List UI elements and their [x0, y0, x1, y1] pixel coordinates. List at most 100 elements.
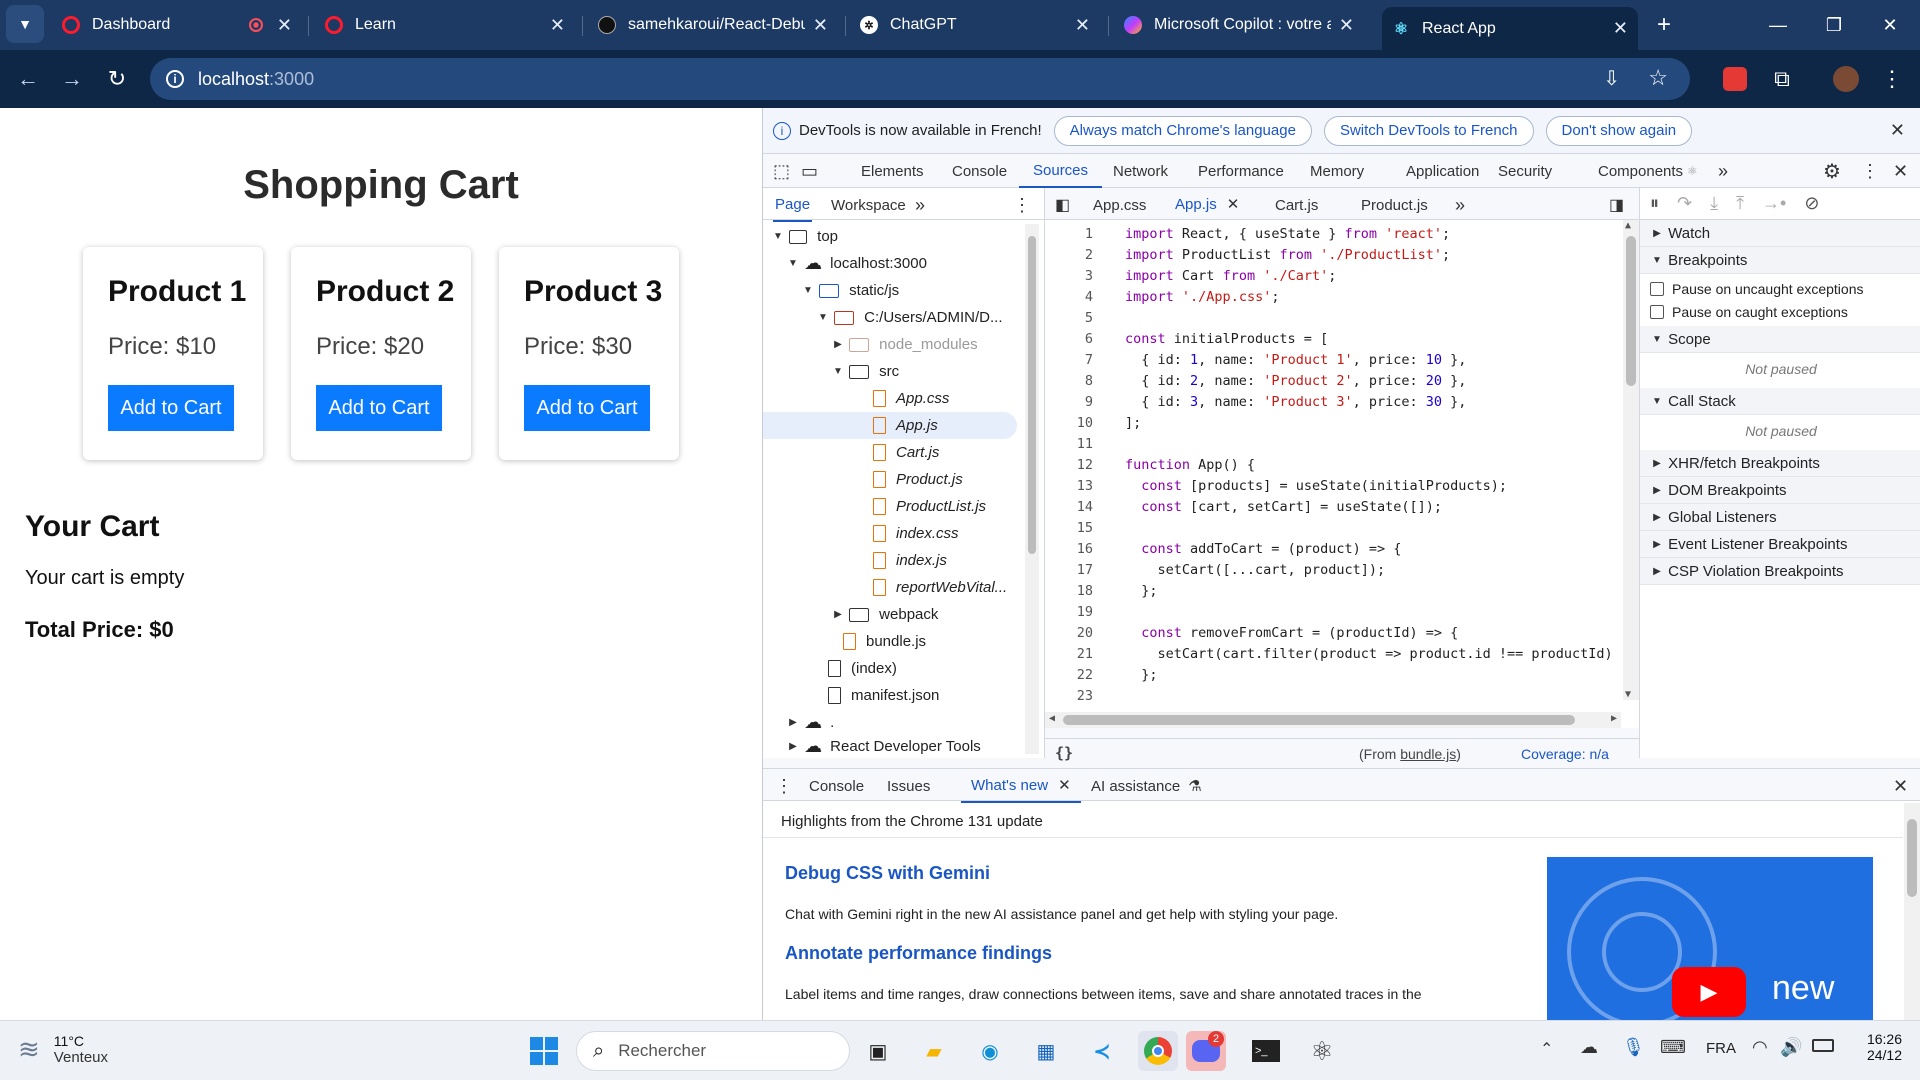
tree-item[interactable]: index.js [873, 547, 947, 574]
call-stack-section[interactable]: ▼ Call Stack [1640, 388, 1920, 415]
tree-item[interactable]: Cart.js [873, 439, 939, 466]
close-icon[interactable]: ✕ [1058, 776, 1071, 794]
tree-item[interactable]: ▼ top [771, 223, 838, 250]
microphone-icon[interactable]: 🎙 [1622, 1037, 1645, 1058]
minimize-button[interactable]: — [1750, 0, 1806, 50]
tree-item[interactable]: ▼ src [831, 358, 899, 385]
tab-elements[interactable]: Elements [861, 154, 924, 188]
close-icon[interactable]: ✕ [813, 15, 828, 36]
chevron-up-icon[interactable]: ⌃ [1540, 1039, 1553, 1059]
tab-search-button[interactable]: ▼ [6, 5, 44, 43]
tree-item[interactable]: Product.js [873, 466, 963, 493]
line-number[interactable]: 21 [1045, 646, 1093, 662]
tree-item[interactable]: ▶ node_modules [831, 331, 977, 358]
add-to-cart-button[interactable]: Add to Cart [316, 385, 442, 431]
more-vertical-icon[interactable]: ⋮ [1013, 188, 1031, 222]
event-listener-breakpoints-section[interactable]: ▶ Event Listener Breakpoints [1640, 531, 1920, 558]
more-tabs-icon[interactable]: » [1455, 188, 1465, 222]
step-into-icon[interactable]: ⤓ [1710, 193, 1718, 214]
discord-button[interactable]: 2 [1186, 1031, 1226, 1071]
tree-item[interactable]: ▼ ☁ localhost:3000 [786, 250, 927, 277]
toggle-navigator-icon[interactable]: ◧ [1055, 188, 1070, 222]
global-listeners-section[interactable]: ▶ Global Listeners [1640, 504, 1920, 531]
line-number[interactable]: 16 [1045, 541, 1093, 557]
tree-item[interactable]: reportWebVital... [873, 574, 1007, 601]
tab-workspace[interactable]: Workspace [831, 188, 906, 222]
line-number[interactable]: 18 [1045, 583, 1093, 599]
scrollbar[interactable] [1025, 224, 1039, 754]
close-icon[interactable]: ✕ [1613, 18, 1628, 39]
back-button[interactable]: ← [8, 59, 48, 99]
tree-item[interactable]: index.css [873, 520, 959, 547]
install-app-icon[interactable]: ⇩ [1603, 66, 1620, 91]
tab-network[interactable]: Network [1113, 154, 1168, 188]
start-button[interactable] [524, 1031, 564, 1071]
tab-application[interactable]: Application [1406, 154, 1479, 188]
tab-components[interactable]: Components [1598, 154, 1683, 188]
forward-button[interactable]: → [52, 59, 92, 99]
react-devtools-button[interactable]: ⚛ [1302, 1031, 1342, 1071]
csp-breakpoints-section[interactable]: ▶ CSP Violation Breakpoints [1640, 558, 1920, 585]
checkbox[interactable] [1650, 304, 1664, 319]
line-number[interactable]: 22 [1045, 667, 1093, 683]
scrollbar-thumb[interactable] [1063, 715, 1575, 725]
close-icon[interactable]: ✕ [277, 15, 292, 36]
extensions-menu-button[interactable]: ⧉ [1762, 59, 1802, 99]
deactivate-breakpoints-icon[interactable]: ⊘ [1804, 193, 1819, 214]
line-number[interactable]: 20 [1045, 625, 1093, 641]
line-number[interactable]: 19 [1045, 604, 1093, 620]
new-tab-button[interactable]: + [1644, 5, 1684, 45]
checkbox[interactable] [1650, 281, 1664, 296]
watch-section[interactable]: ▶ Watch [1640, 220, 1920, 247]
whats-new-image[interactable]: ▶ new [1547, 857, 1873, 1021]
coverage-label[interactable]: Coverage: n/a [1521, 746, 1609, 762]
close-icon[interactable]: ✕ [1227, 195, 1240, 213]
tab-page[interactable]: Page [773, 188, 813, 222]
editor-tab[interactable]: Cart.js [1275, 188, 1318, 222]
tab-react-app[interactable]: ⚛ React App ✕ [1382, 7, 1638, 50]
tab-copilot[interactable]: Microsoft Copilot : votre a ✕ [1114, 7, 1364, 43]
more-tabs-icon[interactable]: » [1718, 154, 1728, 188]
scrollbar-thumb[interactable] [1907, 819, 1917, 897]
device-toolbar-icon[interactable]: ▭ [801, 154, 818, 188]
close-icon[interactable]: ✕ [1890, 120, 1905, 141]
line-number[interactable]: 6 [1045, 331, 1093, 347]
scrollbar[interactable]: ▲ ▼ [1623, 220, 1639, 700]
tree-item[interactable]: ProductList.js [873, 493, 986, 520]
weather-widget[interactable]: ≋ 11°C Venteux [18, 1033, 108, 1066]
chrome-button[interactable] [1138, 1031, 1178, 1071]
line-number[interactable]: 13 [1045, 478, 1093, 494]
close-icon[interactable]: ✕ [550, 15, 565, 36]
drawer-tab-ai-assistance[interactable]: AI assistance ⚗ [1091, 769, 1202, 803]
pause-icon[interactable]: ⏸ [1650, 193, 1659, 214]
tab-learn[interactable]: Learn ✕ [315, 7, 575, 43]
editor-tab[interactable]: App.css [1093, 188, 1146, 222]
file-explorer-button[interactable]: ▰ [914, 1031, 954, 1071]
wifi-icon[interactable]: ◠ [1752, 1037, 1768, 1058]
edge-button[interactable]: ◉ [970, 1031, 1010, 1071]
feature-heading[interactable]: Debug CSS with Gemini [785, 863, 990, 884]
editor-tab[interactable]: Product.js [1361, 188, 1428, 222]
tab-chatgpt[interactable]: ✲ ChatGPT ✕ [850, 7, 1100, 43]
line-number[interactable]: 9 [1045, 394, 1093, 410]
switch-french-button[interactable]: Switch DevTools to French [1323, 115, 1534, 146]
scope-section[interactable]: ▼ Scope [1640, 326, 1920, 353]
feature-heading[interactable]: Annotate performance findings [785, 943, 1052, 964]
volume-icon[interactable]: 🔊 [1780, 1037, 1802, 1058]
dont-show-again-button[interactable]: Don't show again [1545, 115, 1693, 146]
more-tabs-icon[interactable]: » [915, 188, 925, 222]
clock[interactable]: 16:26 24/12 [1852, 1031, 1902, 1063]
tab-sources[interactable]: Sources [1019, 154, 1103, 188]
add-to-cart-button[interactable]: Add to Cart [108, 385, 234, 431]
drawer-tab-issues[interactable]: Issues [887, 769, 930, 803]
horizontal-scrollbar[interactable]: ◀ ▶ [1045, 712, 1621, 728]
task-view-button[interactable]: ▣ [858, 1031, 898, 1071]
tree-item-selected[interactable]: App.js [763, 412, 1017, 439]
line-number[interactable]: 5 [1045, 310, 1093, 326]
editor-tab-active[interactable]: App.js ✕ [1171, 188, 1244, 222]
tab-console[interactable]: Console [952, 154, 1007, 188]
xhr-breakpoints-section[interactable]: ▶ XHR/fetch Breakpoints [1640, 450, 1920, 477]
tab-security[interactable]: Security [1498, 154, 1552, 188]
line-number[interactable]: 23 [1045, 688, 1093, 704]
tree-item[interactable]: ▶ webpack [831, 601, 938, 628]
